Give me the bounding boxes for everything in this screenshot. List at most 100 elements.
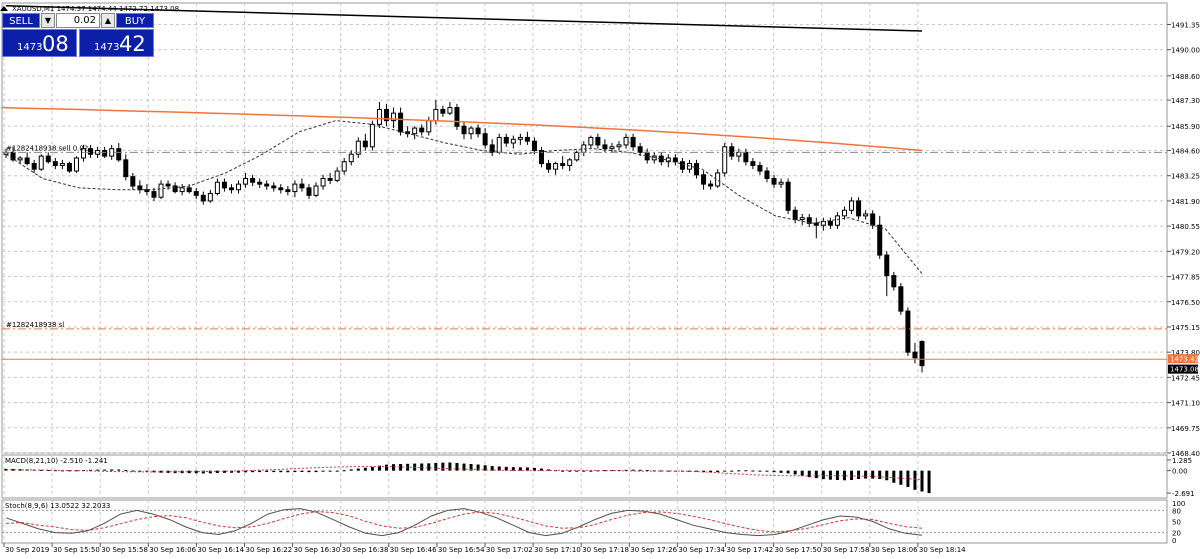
bear-candle xyxy=(708,183,714,187)
macd-bar xyxy=(265,470,269,472)
bear-candle xyxy=(750,161,756,166)
bull-candle xyxy=(616,144,622,148)
bull-candle xyxy=(736,151,742,157)
stoch-y-tick-label: 80 xyxy=(1172,507,1181,515)
bear-candle xyxy=(912,351,918,359)
bear-candle xyxy=(877,224,883,256)
macd-bar xyxy=(272,470,276,473)
y-tick-label: 1485.90 xyxy=(1171,123,1200,131)
sell-price-small: 1473 xyxy=(17,42,43,53)
bear-candle xyxy=(679,161,685,170)
bull-candle xyxy=(243,178,249,185)
entry-order-label: #1282418938 sell 0.02 xyxy=(6,144,88,152)
macd-bar xyxy=(356,468,360,471)
x-tick-label: 30 Sep 15:58 xyxy=(101,546,148,554)
chart-pane-3 xyxy=(1,499,1168,544)
bear-candle xyxy=(193,191,199,196)
sell-price-display[interactable]: 1473 08 xyxy=(2,29,77,57)
bear-candle xyxy=(186,187,192,193)
macd-bar xyxy=(765,470,769,472)
macd-bar xyxy=(800,470,804,476)
y-tick-label: 1484.60 xyxy=(1171,148,1200,156)
macd-bar xyxy=(307,470,311,473)
bear-candle xyxy=(870,213,876,226)
bear-candle xyxy=(898,286,904,312)
bull-candle xyxy=(778,181,784,185)
macd-bar xyxy=(899,470,903,485)
sell-button[interactable]: SELL xyxy=(2,13,40,28)
x-tick-label: 30 Sep 2019 xyxy=(5,546,49,554)
bid-price-text: 1473.08 xyxy=(1170,366,1199,374)
bear-candle xyxy=(461,125,467,135)
bear-candle xyxy=(856,200,862,217)
macd-bar xyxy=(857,470,861,479)
buy-price-display[interactable]: 1473 42 xyxy=(79,29,154,57)
y-tick-label: 1481.90 xyxy=(1171,198,1200,206)
macd-bar xyxy=(455,463,459,471)
bull-candle xyxy=(17,157,23,161)
x-tick-label: 30 Sep 16:30 xyxy=(294,546,341,554)
y-tick-label: 1472.45 xyxy=(1171,374,1200,382)
one-click-trading-panel: SELL ▼ 0.02 ▲ BUY 1473 08 1473 42 xyxy=(2,13,167,57)
macd-bar xyxy=(920,470,924,492)
x-tick-label: 30 Sep 17:58 xyxy=(823,546,870,554)
bull-candle xyxy=(588,136,594,146)
bear-candle xyxy=(729,146,735,157)
macd-bar xyxy=(892,470,896,483)
x-tick-label: 30 Sep 17:02 xyxy=(486,546,533,554)
macd-y-tick-label: 0.00 xyxy=(1172,468,1188,476)
bull-candle xyxy=(510,138,516,144)
stop-loss-label: #1282418938 sl xyxy=(6,321,64,329)
macd-bar xyxy=(321,470,325,472)
bear-candle xyxy=(299,183,305,189)
y-tick-label: 1479.20 xyxy=(1171,248,1200,256)
trading-chart[interactable]: 1491.35 1490.00 1488.60 1487.30 1485.90 1484.… xyxy=(0,0,1200,559)
bear-candle xyxy=(454,107,460,127)
bear-candle xyxy=(440,108,446,114)
macd-bar xyxy=(420,463,424,471)
bull-candle xyxy=(447,107,453,114)
bull-candle xyxy=(722,146,728,174)
bear-candle xyxy=(257,181,263,185)
bear-candle xyxy=(891,275,897,288)
macd-bar xyxy=(103,469,107,471)
macd-bar xyxy=(293,470,297,473)
bear-candle xyxy=(102,150,108,157)
bear-candle xyxy=(884,254,890,277)
macd-bar xyxy=(716,470,720,473)
macd-bar xyxy=(878,470,882,479)
macd-bar xyxy=(427,463,431,471)
bull-candle xyxy=(292,183,298,193)
macd-y-tick-label: -2.691 xyxy=(1172,490,1195,498)
buy-button[interactable]: BUY xyxy=(116,13,154,28)
x-tick-label: 30 Sep 16:54 xyxy=(438,546,485,554)
bear-candle xyxy=(531,140,537,152)
macd-bar xyxy=(744,470,748,472)
y-tick-label: 1488.60 xyxy=(1171,73,1200,81)
macd-bar xyxy=(363,467,367,471)
macd-bar xyxy=(723,470,727,472)
chart-pane-2 xyxy=(1,454,1168,499)
macd-bar xyxy=(730,470,734,472)
x-tick-label: 30 Sep 16:06 xyxy=(149,546,196,554)
macd-bar xyxy=(328,470,332,472)
x-tick-label: 30 Sep 17:42 xyxy=(727,546,774,554)
bear-candle xyxy=(278,187,284,191)
bear-candle xyxy=(285,189,291,193)
bear-candle xyxy=(595,136,601,146)
bull-candle xyxy=(348,153,354,163)
bear-candle xyxy=(123,159,129,178)
bear-candle xyxy=(482,133,488,146)
x-tick-label: 30 Sep 16:38 xyxy=(342,546,389,554)
bull-candle xyxy=(369,123,375,148)
bull-candle xyxy=(412,127,418,135)
macd-bar xyxy=(384,464,388,471)
bear-candle xyxy=(672,157,678,163)
bear-candle xyxy=(66,163,72,172)
bull-candle xyxy=(59,163,65,166)
stoch-y-tick-label: 50 xyxy=(1172,519,1181,527)
volume-up-arrow-icon[interactable]: ▲ xyxy=(101,13,115,28)
volume-down-arrow-icon[interactable]: ▼ xyxy=(41,13,55,28)
x-tick-label: 30 Sep 17:50 xyxy=(775,546,822,554)
volume-input[interactable]: 0.02 xyxy=(56,13,100,28)
